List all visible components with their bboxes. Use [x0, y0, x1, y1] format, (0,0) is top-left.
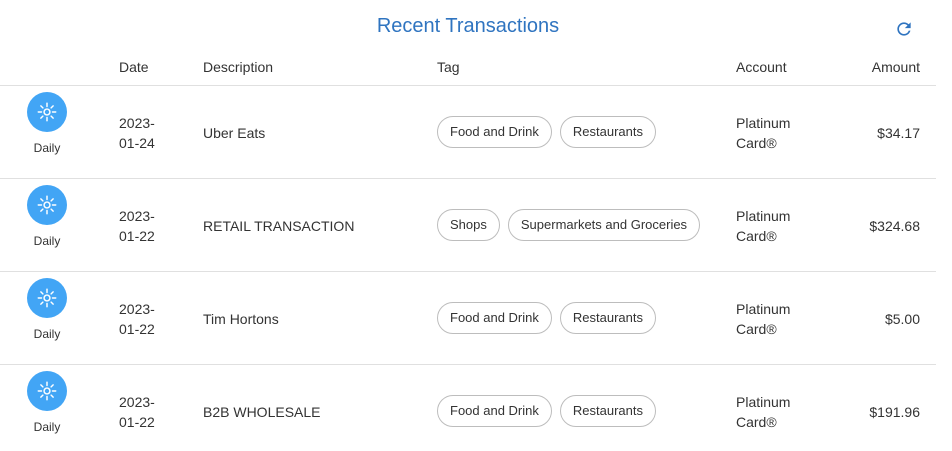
- transaction-amount: $5.00: [884, 311, 920, 327]
- transaction-account: Platinum Card®: [736, 206, 816, 246]
- date-month-day: 01-22: [119, 414, 155, 430]
- date-month-day: 01-24: [119, 135, 155, 151]
- frequency-badge: Daily: [26, 92, 68, 155]
- tag-list: Food and Drink Restaurants: [437, 116, 656, 148]
- account-type: Card®: [736, 228, 777, 244]
- frequency-label: Daily: [33, 234, 61, 248]
- transaction-date: 2023- 01-22: [119, 392, 169, 432]
- tag-list: Shops Supermarkets and Groceries: [437, 209, 701, 241]
- transaction-amount: $324.68: [869, 218, 920, 234]
- transaction-description: Uber Eats: [203, 125, 266, 141]
- account-name: Platinum: [736, 208, 791, 224]
- column-header-description[interactable]: Description: [203, 59, 273, 75]
- date-year: 2023-: [119, 115, 155, 131]
- transaction-amount: $34.17: [877, 125, 920, 141]
- transaction-date: 2023- 01-24: [119, 113, 169, 153]
- sun-icon: [27, 92, 67, 132]
- refresh-icon[interactable]: [893, 18, 915, 40]
- frequency-badge: Daily: [26, 278, 68, 341]
- date-month-day: 01-22: [119, 228, 155, 244]
- transaction-description: RETAIL TRANSACTION: [203, 218, 355, 234]
- account-name: Platinum: [736, 115, 791, 131]
- transaction-date: 2023- 01-22: [119, 299, 169, 339]
- frequency-badge: Daily: [26, 185, 68, 248]
- tag-chip[interactable]: Food and Drink: [437, 395, 552, 427]
- column-header-date[interactable]: Date: [119, 59, 149, 75]
- transaction-amount: $191.96: [869, 404, 920, 420]
- table-row[interactable]: Daily 2023- 01-22 Tim Hortons Food and D…: [0, 272, 936, 365]
- sun-icon: [27, 278, 67, 318]
- frequency-badge: Daily: [26, 371, 68, 434]
- sun-icon: [27, 185, 67, 225]
- date-year: 2023-: [119, 301, 155, 317]
- table-row[interactable]: Daily 2023- 01-24 Uber Eats Food and Dri…: [0, 86, 936, 179]
- account-name: Platinum: [736, 394, 791, 410]
- transactions-list: Daily 2023- 01-24 Uber Eats Food and Dri…: [0, 86, 936, 451]
- column-header-tag[interactable]: Tag: [437, 59, 460, 75]
- tag-chip[interactable]: Restaurants: [559, 395, 656, 427]
- frequency-label: Daily: [33, 141, 61, 155]
- date-month-day: 01-22: [119, 321, 155, 337]
- sun-icon: [27, 371, 67, 411]
- frequency-label: Daily: [33, 327, 61, 341]
- tag-list: Food and Drink Restaurants: [437, 395, 656, 427]
- table-header: Date Description Tag Account Amount: [0, 56, 936, 86]
- recent-transactions-card: Recent Transactions Date Description Tag…: [0, 0, 936, 451]
- column-header-amount[interactable]: Amount: [872, 59, 920, 75]
- tag-chip[interactable]: Food and Drink: [437, 116, 552, 148]
- tag-chip[interactable]: Restaurants: [559, 302, 656, 334]
- transaction-date: 2023- 01-22: [119, 206, 169, 246]
- tag-list: Food and Drink Restaurants: [437, 302, 656, 334]
- transaction-account: Platinum Card®: [736, 392, 816, 432]
- transaction-description: B2B WHOLESALE: [203, 404, 321, 420]
- tag-chip[interactable]: Food and Drink: [437, 302, 552, 334]
- account-type: Card®: [736, 414, 777, 430]
- transaction-description: Tim Hortons: [203, 311, 279, 327]
- tag-chip[interactable]: Shops: [437, 209, 500, 241]
- tag-chip[interactable]: Supermarkets and Groceries: [507, 209, 701, 241]
- column-header-account[interactable]: Account: [736, 59, 787, 75]
- card-title: Recent Transactions: [376, 15, 560, 37]
- tag-chip[interactable]: Restaurants: [559, 116, 656, 148]
- date-year: 2023-: [119, 208, 155, 224]
- frequency-label: Daily: [33, 420, 61, 434]
- table-row[interactable]: Daily 2023- 01-22 B2B WHOLESALE Food and…: [0, 365, 936, 451]
- account-type: Card®: [736, 321, 777, 337]
- account-type: Card®: [736, 135, 777, 151]
- transaction-account: Platinum Card®: [736, 113, 816, 153]
- account-name: Platinum: [736, 301, 791, 317]
- table-row[interactable]: Daily 2023- 01-22 RETAIL TRANSACTION Sho…: [0, 179, 936, 272]
- transaction-account: Platinum Card®: [736, 299, 816, 339]
- date-year: 2023-: [119, 394, 155, 410]
